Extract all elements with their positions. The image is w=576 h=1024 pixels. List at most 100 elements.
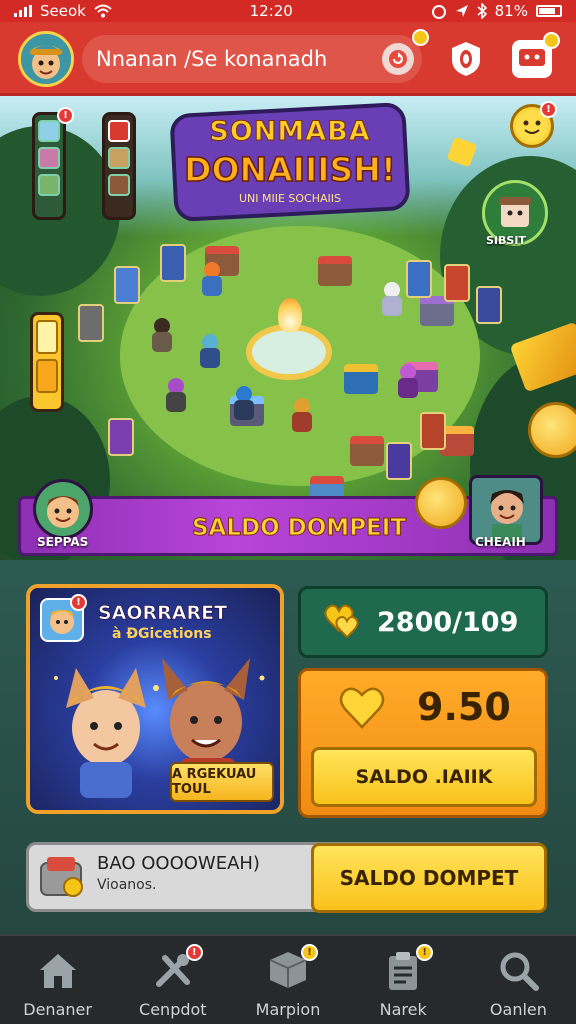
nav-label: Oanlen [489,1000,547,1019]
scroll-icon [36,359,58,393]
banner-left-label: SEPPAS [37,535,89,549]
shield-button[interactable] [446,40,486,78]
wifi-icon [94,4,112,18]
nav-label: Cenpdot [139,1000,207,1019]
bottom-nav: Denaner ! Cenpdot ! Marpion ! Narek Oanl… [0,934,576,1024]
event-button[interactable]: A RGEKUAU TOUL [170,762,274,802]
nav-item-box[interactable]: ! Marpion [230,936,345,1024]
coin-icon [528,402,576,458]
chat-icon [519,49,545,66]
battery-icon [535,5,562,17]
search-icon [500,952,540,991]
battery-percent: 81% [494,2,528,20]
home-icon [39,954,76,988]
event-card[interactable]: ! SAORRARET à ĐGicetions A RGEKUAU TOUL [26,584,284,814]
item-slot[interactable] [38,147,60,169]
hero-character[interactable] [380,282,404,316]
logo-tagline: UNI MIIE SOCHAIIS [238,192,342,205]
left-panel-badge: ! [57,107,74,124]
nav-label: Denaner [23,1000,92,1019]
event-title: SAORRARET [98,602,228,625]
sword-icon [36,320,58,354]
app-header: Nnanan /Se konanadh [0,22,576,96]
item-slot[interactable] [108,174,130,196]
box-icon-wrap: ! [266,944,318,992]
fountain[interactable] [246,324,332,380]
coin-icon [415,477,467,529]
event-badge: ! [70,594,87,611]
wallet-icon [40,857,83,897]
nav-item-clipboard[interactable]: ! Narek [346,936,461,1024]
nav-item-tools[interactable]: ! Cenpdot [115,936,230,1024]
left-panel-3[interactable] [30,312,64,412]
hero-character[interactable] [198,334,222,368]
banner-left-avatar[interactable] [33,479,93,539]
building[interactable] [344,364,378,394]
player-right-label: SIBSIT [486,234,526,247]
nav-badge: ! [301,944,318,961]
flag-card [386,442,412,480]
coin-counter[interactable]: 9.50 SALDO .IAIIK [298,668,548,818]
player-face-icon [47,496,79,528]
flag-card [114,266,140,304]
saldo-banner[interactable]: SEPPAS SALDO DOMPEIT CHEAIH [18,475,558,556]
inbox-button[interactable] [512,32,560,78]
event-subtitle: à ĐGicetions [112,626,212,642]
nav-item-home[interactable]: Denaner [0,936,115,1024]
emoji-button[interactable]: ! [510,101,557,148]
saldo-dompet-button[interactable]: SALDO DOMPET [311,843,547,913]
flag-card [444,264,470,302]
clock: 12:20 [249,2,293,20]
flag-card [108,418,134,456]
wallet-bar-title: BAO OOOOWEAH) [97,853,260,874]
nav-label: Marpion [255,1000,321,1019]
building[interactable] [318,256,352,286]
item-slot[interactable] [108,147,130,169]
search-action-button[interactable] [382,43,414,75]
gold-heart-icon [339,687,385,729]
logo-line2: DONAIIISH! [183,149,396,190]
hero-character[interactable] [200,262,224,296]
nav-badge: ! [185,944,203,961]
carrier-label: Seeok [40,2,86,20]
hero-character[interactable] [290,398,314,432]
flag-card [160,244,186,282]
item-slot[interactable] [38,174,60,196]
gold-hearts-icon [324,604,359,639]
wallet-bar[interactable]: BAO OOOOWEAH) Vioanos. SALDO DOMPET [26,842,547,913]
flag-card [476,286,502,324]
flag-card [406,260,432,298]
gem-counter[interactable]: 2800/109 [298,586,548,658]
hero-character[interactable] [150,318,174,352]
hero-character[interactable] [164,378,188,412]
location-icon [455,5,468,17]
left-panel-2[interactable] [102,112,136,220]
hero-character[interactable] [396,364,420,398]
shield-icon [108,120,130,142]
building[interactable] [350,436,384,466]
emoji-badge: ! [540,101,557,118]
inbox-badge [543,32,560,49]
shield-icon [452,42,480,76]
fire-icon [278,298,302,332]
left-panel-1[interactable]: ! [32,107,74,220]
flag-card [420,412,446,450]
saldo-withdraw-button[interactable]: SALDO .IAIIK [311,747,537,807]
search-text: Nnanan /Se konanadh [96,47,328,71]
hero-character[interactable] [232,386,256,420]
avatar[interactable] [18,31,74,87]
game-logo: SONMABA DONAIIISH! UNI MIIE SOCHAIIS [169,101,411,223]
tools-icon-wrap: ! [151,944,203,992]
nav-label: Narek [379,1000,427,1019]
search-badge [412,29,429,46]
nav-item-search[interactable]: Oanlen [461,936,576,1024]
banner-right-label: CHEAIH [475,535,526,549]
nav-badge: ! [416,944,434,961]
search-input[interactable]: Nnanan /Se konanadh [82,29,429,83]
clipboard-icon-wrap: ! [381,944,434,992]
logo-line1: SONMABA [209,116,371,148]
flag-card [78,304,104,342]
refresh-icon [389,50,407,68]
signal-icon [14,5,32,17]
wallet-bar-subtitle: Vioanos. [97,877,157,893]
